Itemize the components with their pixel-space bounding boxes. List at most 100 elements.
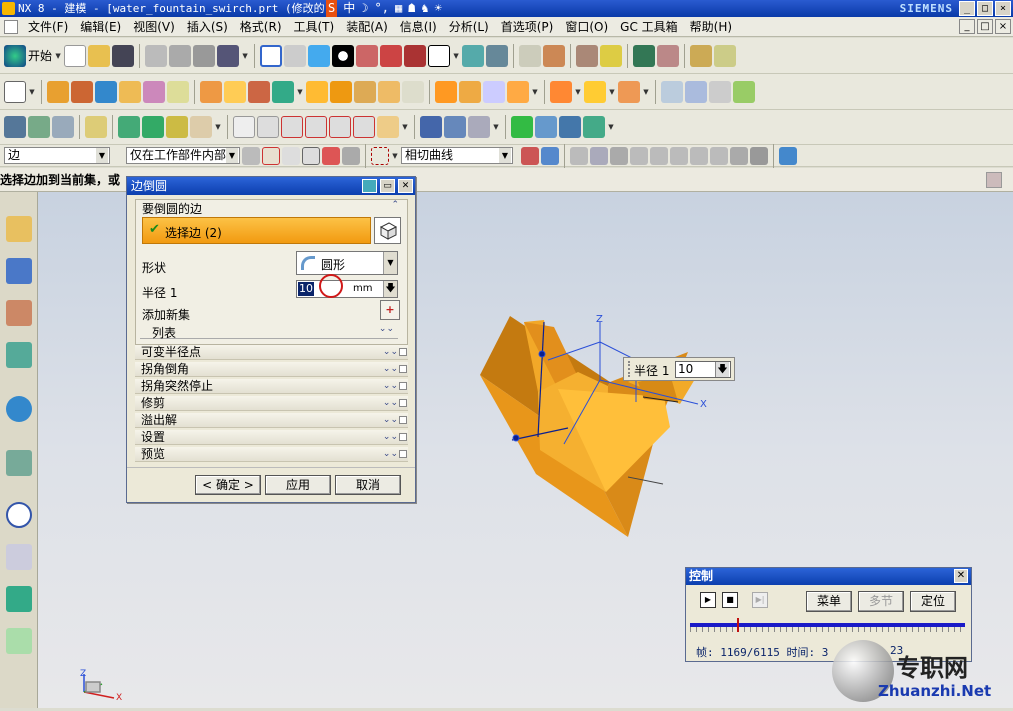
studio-icon[interactable]	[709, 80, 731, 103]
revolve-icon[interactable]	[71, 80, 93, 103]
section-overflow[interactable]: 溢出解 ⌄⌄	[135, 413, 408, 428]
reorder-icon[interactable]	[166, 116, 188, 138]
system-materials-icon[interactable]	[6, 544, 32, 570]
measure-icon[interactable]	[690, 44, 713, 67]
ime-user-icon[interactable]: ☗	[408, 0, 415, 17]
new-file-icon[interactable]	[64, 44, 87, 67]
menu-edit[interactable]: 编辑(E)	[74, 17, 127, 37]
menu-file[interactable]: 文件(F)	[22, 17, 74, 37]
menu-window[interactable]: 窗口(O)	[559, 17, 614, 37]
layers-icon[interactable]	[28, 116, 50, 138]
hole-icon[interactable]	[143, 80, 165, 103]
maximize-button[interactable]: □	[977, 1, 993, 16]
expand-icon[interactable]: ⌄⌄	[383, 396, 398, 411]
lock-icon[interactable]	[342, 146, 360, 165]
split-body-icon[interactable]	[459, 80, 481, 103]
edit-parameter-icon[interactable]	[118, 116, 140, 138]
snap-center-icon[interactable]	[650, 146, 668, 165]
reflect-icon[interactable]	[377, 116, 399, 138]
view-cube-icon[interactable]	[779, 146, 797, 165]
block-icon[interactable]	[95, 80, 117, 103]
value-dropdown-icon[interactable]: 🡇	[715, 362, 729, 377]
part-navigator-icon[interactable]	[4, 116, 26, 138]
g3-icon[interactable]	[353, 116, 375, 138]
section-corner-setback[interactable]: 拐角倒角 ⌄⌄	[135, 362, 408, 377]
edge-style-icon[interactable]	[356, 44, 379, 67]
eraser-icon[interactable]	[85, 116, 107, 138]
wave-icon[interactable]	[535, 116, 557, 138]
close-window-button[interactable]: ×	[995, 1, 1011, 16]
curvature-icon[interactable]	[257, 116, 279, 138]
snap-on-curve-icon[interactable]	[710, 146, 728, 165]
document-icon[interactable]	[4, 20, 18, 34]
start-button-label[interactable]: 开始	[28, 47, 52, 64]
clip-icon[interactable]	[404, 44, 427, 67]
assembly-navigator-icon[interactable]	[6, 216, 32, 242]
ime-skin-icon[interactable]: ♞	[421, 0, 428, 17]
table-icon[interactable]	[559, 116, 581, 138]
ime-tool-icon[interactable]: ☀	[435, 0, 442, 17]
shaded-icon[interactable]	[308, 44, 331, 67]
snap-icon[interactable]	[657, 44, 680, 67]
datum-icon[interactable]	[543, 44, 566, 67]
filter-icon[interactable]	[242, 146, 260, 165]
radius-value[interactable]: 10	[298, 282, 314, 296]
u-channel-part[interactable]	[480, 316, 698, 537]
magic-icon[interactable]	[600, 44, 623, 67]
ime-chinese[interactable]: 中	[343, 0, 355, 17]
cylinder-icon[interactable]	[119, 80, 141, 103]
ime-keyboard-icon[interactable]: ▦	[395, 0, 402, 17]
g2-icon[interactable]	[329, 116, 351, 138]
sew-icon[interactable]	[584, 80, 606, 103]
draft-icon[interactable]	[378, 80, 400, 103]
boss-icon[interactable]	[167, 80, 189, 103]
arrow-icon[interactable]	[282, 146, 300, 165]
extrude-icon[interactable]	[47, 80, 69, 103]
cut-icon[interactable]	[145, 44, 168, 67]
mirror-icon[interactable]	[507, 80, 529, 103]
section-preview[interactable]: 预览 ⌄⌄	[135, 447, 408, 462]
add-new-set-button[interactable]: +	[380, 300, 400, 320]
ime-moon-icon[interactable]: ☽	[361, 0, 368, 17]
datum-plane-icon[interactable]	[272, 80, 294, 103]
section-checkbox[interactable]	[399, 365, 407, 373]
part-navigator-icon[interactable]	[6, 300, 32, 326]
web-browser-icon[interactable]	[6, 396, 32, 422]
rectangle-select-icon[interactable]	[371, 146, 389, 165]
clock-icon[interactable]	[6, 502, 32, 528]
shape-dropdown-icon[interactable]: ▼	[383, 252, 397, 274]
mesh-icon[interactable]	[685, 80, 707, 103]
expand-icon[interactable]: ⌄⌄	[383, 362, 398, 377]
ruler-icon[interactable]	[714, 44, 737, 67]
expand-icon[interactable]: ⌄⌄	[383, 413, 398, 428]
start-icon[interactable]	[4, 44, 26, 67]
radius-unit[interactable]: mm	[353, 283, 372, 294]
g0-icon[interactable]	[281, 116, 303, 138]
history-icon[interactable]	[6, 450, 32, 476]
doc-minimize-button[interactable]: _	[959, 19, 975, 34]
continuity-icon[interactable]	[233, 116, 255, 138]
constraint-navigator-icon[interactable]	[6, 258, 32, 284]
section-stop-short[interactable]: 拐角突然停止 ⌄⌄	[135, 379, 408, 394]
surface-icon[interactable]	[661, 80, 683, 103]
shell-icon[interactable]	[354, 80, 376, 103]
trim-body-icon[interactable]	[435, 80, 457, 103]
analysis-dropdown-icon[interactable]: ▼	[401, 123, 409, 131]
datum-dropdown-icon[interactable]: ▼	[296, 88, 304, 96]
feature-dropdown-icon[interactable]: ▼	[531, 88, 539, 96]
select-edge-row[interactable]: ✔ 选择边 (2)	[142, 217, 371, 244]
play-icon[interactable]: ▶	[700, 592, 716, 608]
analysis-icon[interactable]	[733, 80, 755, 103]
minimize-button[interactable]: _	[959, 1, 975, 16]
paste-icon[interactable]	[193, 44, 216, 67]
list-icon[interactable]	[519, 44, 542, 67]
shape-select[interactable]: 圆形 ▼	[296, 251, 398, 275]
process-studio-icon[interactable]	[6, 586, 32, 612]
section-variable-radius[interactable]: 可变半径点 ⌄⌄	[135, 345, 408, 360]
scope-select[interactable]: 仅在工作部件内部	[126, 147, 240, 164]
ime-logo-icon[interactable]: S	[326, 0, 338, 17]
offset-icon[interactable]	[402, 80, 424, 103]
gear-icon[interactable]	[468, 116, 490, 138]
copy-icon[interactable]	[169, 44, 192, 67]
axis-icon[interactable]	[583, 116, 605, 138]
